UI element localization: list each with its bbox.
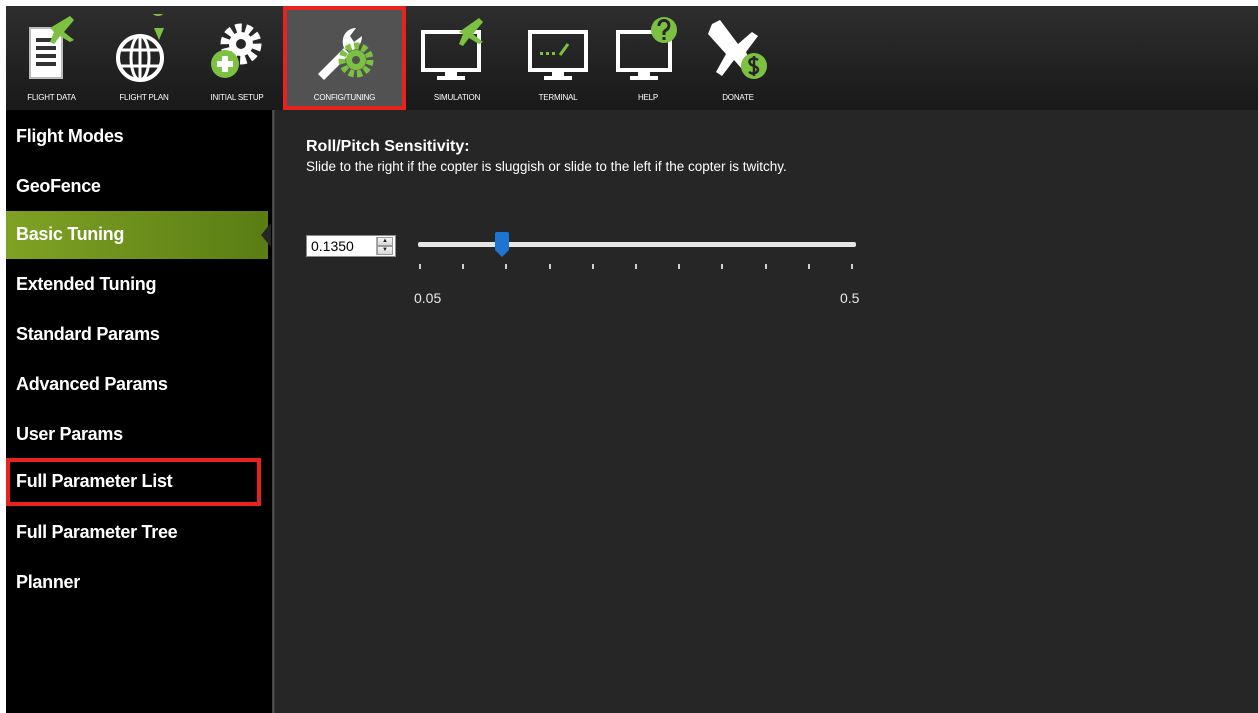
sensitivity-value: 0.1350 [311, 238, 354, 254]
toolbar-label: SIMULATION [433, 93, 481, 102]
flight-plan-icon [116, 14, 164, 82]
slider-tick [678, 264, 681, 269]
sidebar-item-label: Advanced Params [16, 374, 168, 394]
sidebar-item-label: User Params [16, 424, 123, 444]
main-toolbar: FLIGHT DATA FLIGHT PLAN INITIAL SETUP CO… [6, 6, 1258, 110]
sensitivity-slider-thumb[interactable] [494, 232, 510, 258]
setting-description: Slide to the right if the copter is slug… [306, 159, 787, 174]
toolbar-initial-setup[interactable]: INITIAL SETUP [191, 6, 283, 110]
sidebar-item-planner[interactable]: Planner [6, 559, 268, 607]
initial-setup-icon [211, 23, 262, 78]
slider-tick [419, 264, 421, 269]
sidebar-item-label: Planner [16, 572, 80, 592]
setting-title: Roll/Pitch Sensitivity: [306, 138, 470, 155]
toolbar-label: FLIGHT DATA [27, 93, 76, 102]
slider-tick [548, 264, 551, 269]
sidebar-item-label: Basic Tuning [16, 224, 125, 244]
slider-tick [851, 264, 853, 269]
donate-icon [708, 20, 767, 79]
slider-tick [721, 264, 724, 269]
slider-min-label: 0.05 [414, 290, 442, 306]
sidebar-item-geofence[interactable]: GeoFence [6, 163, 268, 211]
toolbar-simulation[interactable]: SIMULATION [406, 6, 508, 110]
toolbar-label: TERMINAL [538, 93, 578, 102]
sidebar-item-standard-params[interactable]: Standard Params [6, 311, 268, 359]
slider-tick [764, 264, 767, 269]
sidebar-item-full-parameter-list[interactable]: Full Parameter List [6, 458, 261, 506]
app-window: FLIGHT DATA FLIGHT PLAN INITIAL SETUP CO… [6, 6, 1258, 713]
slider-tick [462, 264, 465, 269]
value-spinner: ▲ ▼ [376, 237, 393, 255]
simulation-icon [421, 18, 483, 80]
slider-max-label: 0.5 [840, 290, 860, 306]
slider-tick [591, 264, 594, 269]
sidebar-item-label: Standard Params [16, 324, 160, 344]
spin-up-button[interactable]: ▲ [377, 237, 393, 246]
sidebar-item-advanced-params[interactable]: Advanced Params [6, 361, 268, 409]
flight-data-icon [28, 16, 74, 79]
toolbar-help[interactable]: HELP [608, 6, 688, 110]
sidebar-item-user-params[interactable]: User Params [6, 411, 268, 459]
toolbar-label: FLIGHT PLAN [119, 93, 169, 102]
sidebar-item-label: Full Parameter List [16, 471, 173, 491]
sidebar-item-basic-tuning[interactable]: Basic Tuning [6, 211, 271, 259]
toolbar-label: HELP [637, 93, 659, 102]
toolbar-config-tuning[interactable]: CONFIG/TUNING [283, 6, 406, 110]
sensitivity-slider-track[interactable] [418, 242, 856, 247]
sidebar-item-flight-modes[interactable]: Flight Modes [6, 113, 268, 161]
sidebar-item-label: GeoFence [16, 176, 101, 196]
config-tuning-icon [317, 28, 373, 80]
toolbar-label: CONFIG/TUNING [313, 93, 376, 102]
help-icon [616, 17, 677, 80]
slider-tick [505, 264, 508, 269]
active-indicator [261, 223, 271, 247]
sidebar-item-label: Full Parameter Tree [16, 522, 178, 542]
toolbar-flight-data[interactable]: FLIGHT DATA [6, 6, 97, 110]
slider-tick [807, 264, 810, 269]
sidebar-item-label: Flight Modes [16, 126, 124, 146]
spin-down-button[interactable]: ▼ [377, 246, 393, 255]
sidebar-item-full-parameter-tree[interactable]: Full Parameter Tree [6, 509, 268, 557]
terminal-icon [528, 30, 588, 80]
sidebar-item-label: Extended Tuning [16, 274, 157, 294]
toolbar-label: DONATE [722, 93, 754, 102]
toolbar-donate[interactable]: DONATE [688, 6, 788, 110]
sidebar-item-extended-tuning[interactable]: Extended Tuning [6, 261, 268, 309]
toolbar-flight-plan[interactable]: FLIGHT PLAN [97, 6, 191, 110]
toolbar-terminal[interactable]: TERMINAL [508, 6, 608, 110]
sensitivity-value-input[interactable]: 0.1350 ▲ ▼ [306, 235, 396, 257]
sidebar-divider [272, 110, 275, 713]
slider-tick [635, 264, 637, 269]
toolbar-label: INITIAL SETUP [210, 93, 264, 102]
